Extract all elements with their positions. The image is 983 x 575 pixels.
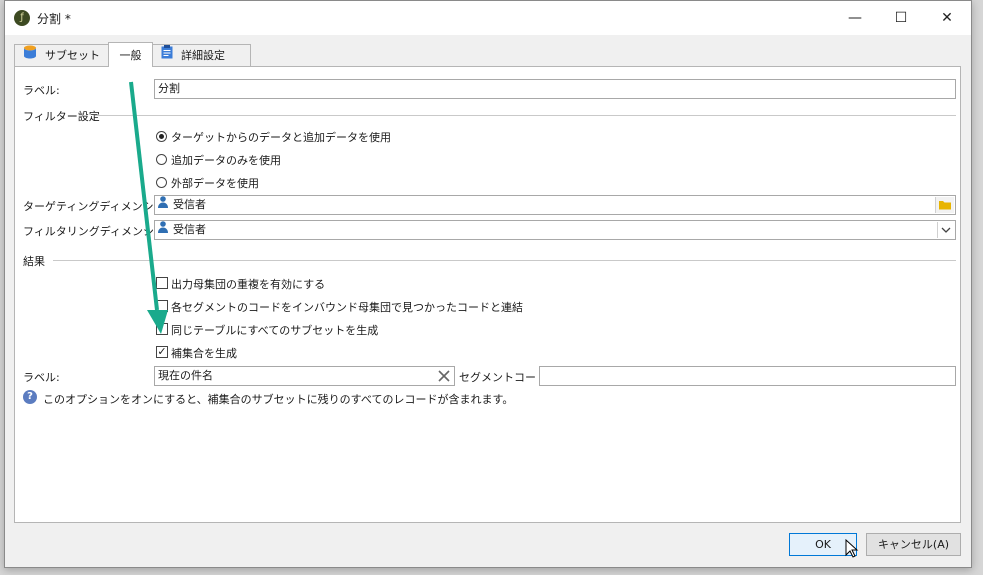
folder-icon[interactable]	[935, 197, 954, 213]
filter-section-title: フィルター設定	[23, 110, 100, 123]
info-icon: ?	[23, 390, 37, 404]
cancel-button[interactable]: キャンセル(A)	[866, 533, 961, 556]
result-section-title: 結果	[23, 255, 45, 268]
checkbox-generate-complement-label[interactable]: 補集合を生成	[171, 345, 237, 361]
app-logo-icon: ƒ	[14, 10, 30, 26]
tab-subset-label: サブセット	[45, 49, 100, 62]
tab-general[interactable]: 一般	[108, 42, 153, 67]
radio-additional-only-label[interactable]: 追加データのみを使用	[171, 152, 281, 168]
general-panel: ラベル: 分割 フィルター設定 ターゲットからのデータと追加データを使用 追加デ…	[14, 66, 961, 523]
checkbox-same-table[interactable]	[156, 323, 168, 335]
complement-label-value: 現在の件名	[158, 369, 213, 382]
info-text: このオプションをオンにすると、補集合のサブセットに残りのすべてのレコードが含まれ…	[43, 393, 514, 406]
title-bar: ƒ 分割 * — ☐ ✕	[5, 1, 971, 35]
tab-subset[interactable]: サブセット	[14, 44, 109, 66]
complement-label-caption: ラベル:	[23, 371, 60, 384]
targeting-dimension-value: 受信者	[173, 198, 206, 211]
segment-code-caption: セグメントコード:	[459, 371, 551, 384]
cursor-icon	[845, 538, 859, 562]
window-title: 分割 *	[37, 12, 71, 26]
result-divider	[53, 260, 956, 261]
person-icon	[158, 196, 168, 214]
minimize-button[interactable]: —	[832, 1, 878, 35]
checkbox-enable-overlap[interactable]	[156, 277, 168, 289]
checkbox-enable-overlap-label[interactable]: 出力母集団の重複を有効にする	[171, 276, 325, 292]
clear-icon[interactable]	[436, 368, 452, 384]
maximize-button[interactable]: ☐	[878, 1, 924, 35]
filtering-dimension-value: 受信者	[173, 223, 206, 236]
radio-external-data[interactable]	[156, 177, 167, 188]
tab-advanced-label: 詳細設定	[181, 49, 225, 62]
close-button[interactable]: ✕	[924, 1, 970, 35]
radio-target-and-additional[interactable]	[156, 131, 167, 142]
chevron-down-icon[interactable]	[937, 222, 954, 238]
checkbox-generate-complement[interactable]: ✓	[156, 346, 168, 358]
complement-label-input[interactable]: 現在の件名	[154, 366, 455, 386]
checkbox-concat-codes[interactable]	[156, 300, 168, 312]
label-caption: ラベル:	[23, 84, 60, 97]
radio-external-data-label[interactable]: 外部データを使用	[171, 175, 259, 191]
radio-target-and-additional-label[interactable]: ターゲットからのデータと追加データを使用	[171, 129, 391, 145]
checkbox-concat-codes-label[interactable]: 各セグメントのコードをインバウンド母集団で見つかったコードと連結	[171, 299, 523, 315]
tab-advanced[interactable]: 詳細設定	[152, 44, 251, 66]
clipboard-icon	[161, 45, 173, 67]
radio-additional-only[interactable]	[156, 154, 167, 165]
checkbox-same-table-label[interactable]: 同じテーブルにすべてのサブセットを生成	[171, 322, 378, 338]
tab-general-label: 一般	[119, 49, 142, 62]
targeting-dimension-field[interactable]: 受信者	[154, 195, 956, 215]
label-input[interactable]: 分割	[154, 79, 956, 99]
dialog-window: ƒ 分割 * — ☐ ✕ サブセット 一般 詳細設定 ラベル: 分割 フィルター…	[4, 0, 972, 568]
segment-code-input[interactable]	[539, 366, 956, 386]
filtering-dimension-select[interactable]: 受信者	[154, 220, 956, 240]
person-icon	[158, 221, 168, 239]
database-icon	[23, 45, 37, 67]
filter-divider	[95, 115, 956, 116]
